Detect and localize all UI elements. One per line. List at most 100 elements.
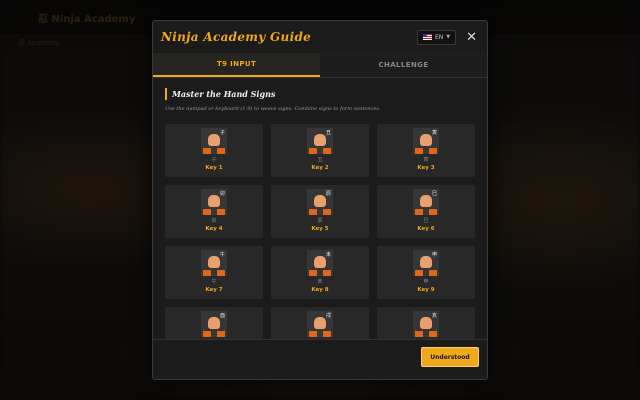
key-label: Key 5 xyxy=(311,226,329,232)
sign-mini-kanji: 未 xyxy=(317,279,323,285)
hand-sign-card: 未 未 Key 8 xyxy=(271,246,369,299)
sign-kanji: 卯 xyxy=(219,191,225,197)
hand-icon xyxy=(420,195,432,207)
tab-challenge[interactable]: CHALLENGE xyxy=(320,53,487,77)
sign-kanji: 丑 xyxy=(325,130,331,136)
sleeve-right xyxy=(429,331,437,337)
guide-modal: Ninja Academy Guide EN ▼ ✕ T9 INPUT CHAL… xyxy=(152,20,488,380)
close-icon[interactable]: ✕ xyxy=(466,31,477,44)
sleeve-right xyxy=(217,331,225,337)
sign-kanji: 巳 xyxy=(431,191,437,197)
sleeve-right xyxy=(429,209,437,215)
sign-kanji: 午 xyxy=(219,252,225,258)
hand-sign-image: 丑 xyxy=(307,128,333,154)
hand-sign-card: 戌 xyxy=(271,307,369,341)
hand-sign-image: 亥 xyxy=(413,311,439,337)
sign-kanji: 未 xyxy=(325,252,331,258)
sleeve-left xyxy=(309,270,317,276)
hand-icon xyxy=(208,134,220,146)
hand-sign-image: 戌 xyxy=(307,311,333,337)
hand-icon xyxy=(208,195,220,207)
chevron-down-icon: ▼ xyxy=(446,34,451,40)
sign-kanji: 申 xyxy=(431,252,437,258)
language-selected: EN xyxy=(434,33,444,41)
key-label: Key 7 xyxy=(205,287,223,293)
sleeve-right xyxy=(217,148,225,154)
hand-sign-card: 卯 卯 Key 4 xyxy=(165,185,263,238)
sleeve-left xyxy=(309,331,317,337)
sleeve-right xyxy=(217,270,225,276)
sign-mini-kanji: 寅 xyxy=(423,157,429,163)
sign-mini-kanji: 卯 xyxy=(211,218,217,224)
hand-sign-image: 酉 xyxy=(201,311,227,337)
key-label: Key 4 xyxy=(205,226,223,232)
sleeve-left xyxy=(203,331,211,337)
sleeve-left xyxy=(203,209,211,215)
hand-sign-card: 午 午 Key 7 xyxy=(165,246,263,299)
sign-kanji: 酉 xyxy=(219,313,225,319)
modal-content[interactable]: Master the Hand Signs Use the numpad or … xyxy=(153,78,487,341)
sleeve-right xyxy=(323,270,331,276)
sleeve-left xyxy=(415,270,423,276)
sign-mini-kanji: 午 xyxy=(211,279,217,285)
hand-sign-card: 申 申 Key 9 xyxy=(377,246,475,299)
sign-mini-kanji: 子 xyxy=(211,157,217,163)
hand-sign-card: 亥 xyxy=(377,307,475,341)
key-label: Key 6 xyxy=(417,226,435,232)
hand-icon xyxy=(420,134,432,146)
hand-sign-image: 寅 xyxy=(413,128,439,154)
hand-sign-card: 辰 辰 Key 5 xyxy=(271,185,369,238)
hand-sign-image: 子 xyxy=(201,128,227,154)
tab-t9-input[interactable]: T9 INPUT xyxy=(153,53,320,77)
key-label: Key 2 xyxy=(311,165,329,171)
hand-sign-image: 巳 xyxy=(413,189,439,215)
sleeve-left xyxy=(415,209,423,215)
sign-kanji: 辰 xyxy=(325,191,331,197)
hand-sign-card: 子 子 Key 1 xyxy=(165,124,263,177)
sign-kanji: 寅 xyxy=(431,130,437,136)
key-label: Key 3 xyxy=(417,165,435,171)
sign-mini-kanji: 巳 xyxy=(423,218,429,224)
hand-sign-grid: 子 子 Key 1 丑 丑 Key 2 寅 寅 Key 3 卯 卯 Key 4 … xyxy=(165,124,475,341)
modal-title: Ninja Academy Guide xyxy=(161,30,312,44)
sleeve-right xyxy=(323,148,331,154)
sign-mini-kanji: 申 xyxy=(423,279,429,285)
hand-icon xyxy=(314,134,326,146)
sign-kanji: 戌 xyxy=(325,313,331,319)
key-label: Key 1 xyxy=(205,165,223,171)
language-select[interactable]: EN ▼ xyxy=(416,29,457,45)
tab-bar: T9 INPUT CHALLENGE xyxy=(153,53,487,78)
sleeve-left xyxy=(203,270,211,276)
sleeve-left xyxy=(309,148,317,154)
sleeve-right xyxy=(323,331,331,337)
sleeve-left xyxy=(415,148,423,154)
key-label: Key 9 xyxy=(417,287,435,293)
section-title: Master the Hand Signs xyxy=(165,88,475,100)
hand-sign-card: 寅 寅 Key 3 xyxy=(377,124,475,177)
sleeve-right xyxy=(217,209,225,215)
sleeve-left xyxy=(309,209,317,215)
hand-icon xyxy=(420,317,432,329)
sleeve-left xyxy=(415,331,423,337)
hand-icon xyxy=(314,195,326,207)
hand-sign-image: 午 xyxy=(201,250,227,276)
understood-button[interactable]: Understood xyxy=(421,347,479,367)
sleeve-left xyxy=(203,148,211,154)
hand-icon xyxy=(314,317,326,329)
hand-icon xyxy=(208,317,220,329)
hand-sign-image: 申 xyxy=(413,250,439,276)
hand-sign-image: 卯 xyxy=(201,189,227,215)
key-label: Key 8 xyxy=(311,287,329,293)
modal-footer: Understood xyxy=(153,339,487,379)
sleeve-right xyxy=(429,148,437,154)
sign-kanji: 亥 xyxy=(431,313,437,319)
hand-sign-card: 酉 xyxy=(165,307,263,341)
modal-header: Ninja Academy Guide EN ▼ ✕ xyxy=(153,21,487,53)
us-flag-icon xyxy=(422,34,432,40)
hand-sign-card: 巳 巳 Key 6 xyxy=(377,185,475,238)
hand-sign-card: 丑 丑 Key 2 xyxy=(271,124,369,177)
section-description: Use the numpad or keyboard (1-9) to weav… xyxy=(165,106,381,112)
header-actions: EN ▼ ✕ xyxy=(416,29,477,45)
hand-icon xyxy=(314,256,326,268)
sleeve-right xyxy=(429,270,437,276)
